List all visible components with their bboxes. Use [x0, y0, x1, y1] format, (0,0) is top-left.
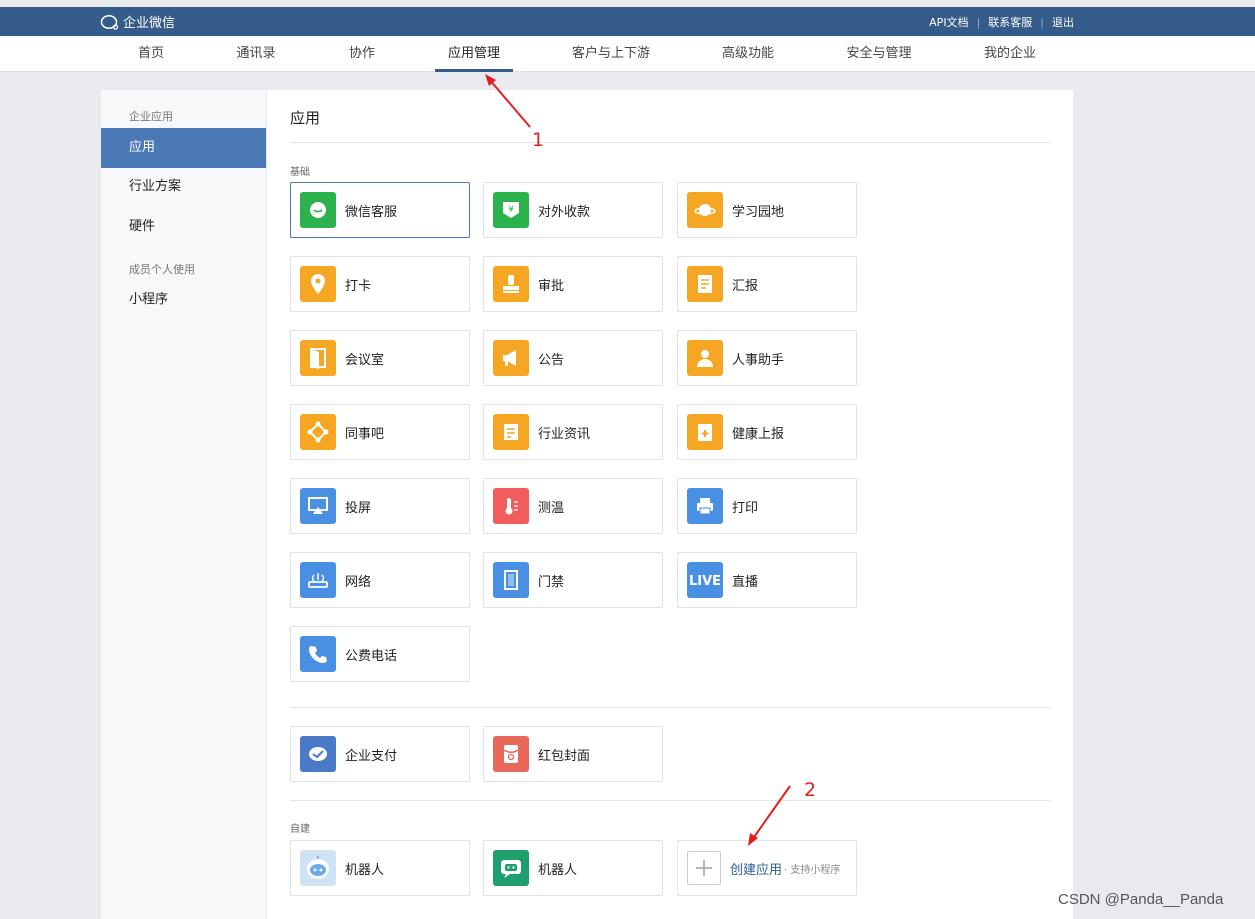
- annotation-2: 2: [804, 779, 817, 801]
- annotation-1: 1: [532, 129, 545, 151]
- annotation-arrows: [485, 74, 791, 846]
- watermark: CSDN @Panda__Panda: [1058, 891, 1224, 908]
